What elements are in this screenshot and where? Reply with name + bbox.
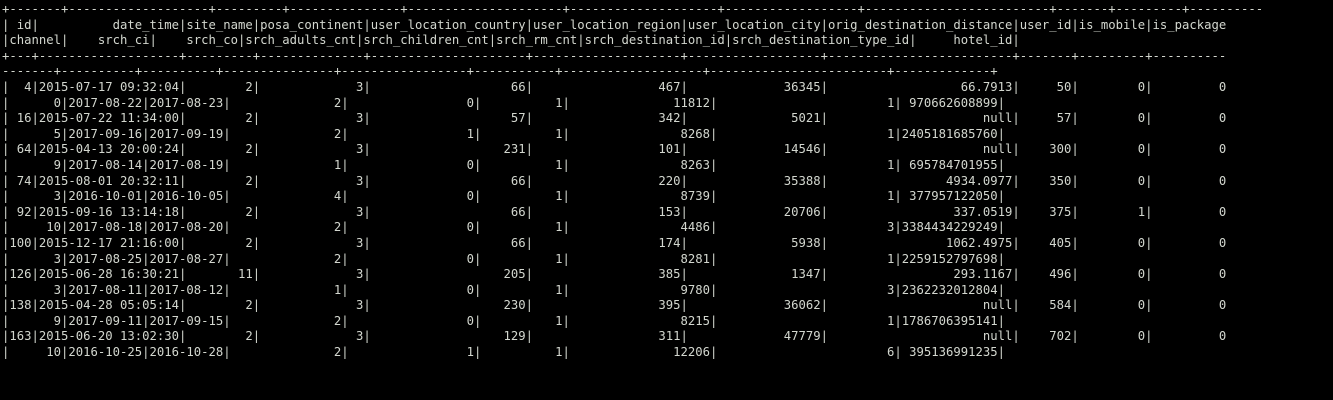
table-row: | 9|2017-09-11|2017-09-15| 2| 0| 1| 8215…	[2, 313, 1006, 328]
table-row: | 3|2016-10-01|2016-10-05| 4| 0| 1| 8739…	[2, 189, 1006, 204]
table-border: +---+-------------------+---------+-----…	[2, 48, 1227, 63]
table-row: |126|2015-06-28 16:30:21| 11| 3| 205| 38…	[2, 267, 1227, 282]
table-row: | 16|2015-07-22 11:34:00| 2| 3| 57| 342|…	[2, 111, 1227, 126]
table-row: | 64|2015-04-13 20:00:24| 2| 3| 231| 101…	[2, 142, 1227, 157]
table-row: | 10|2016-10-25|2016-10-28| 2| 1| 1| 122…	[2, 345, 1006, 360]
table-header-row: |channel| srch_ci| srch_co|srch_adults_c…	[2, 33, 1020, 48]
table-row: | 92|2015-09-16 13:14:18| 2| 3| 66| 153|…	[2, 204, 1227, 219]
table-row: | 3|2017-08-11|2017-08-12| 1| 0| 1| 9780…	[2, 282, 1006, 297]
table-row: | 74|2015-08-01 20:32:11| 2| 3| 66| 220|…	[2, 173, 1227, 188]
terminal-output[interactable]: +-------+-------------------+---------+-…	[0, 0, 1333, 400]
table-row: | 10|2017-08-18|2017-08-20| 2| 0| 1| 448…	[2, 220, 1006, 235]
table-row: | 4|2015-07-17 09:32:04| 2| 3| 66| 467| …	[2, 79, 1227, 94]
table-row: | 0|2017-08-22|2017-08-23| 2| 0| 1| 1181…	[2, 95, 1006, 110]
table-row: | 3|2017-08-25|2017-08-27| 2| 0| 1| 8281…	[2, 251, 1006, 266]
table-border: +-------+-------------------+---------+-…	[2, 2, 1264, 16]
table-row: |138|2015-04-28 05:05:14| 2| 3| 230| 395…	[2, 298, 1227, 313]
table-row: |163|2015-06-20 13:02:30| 2| 3| 129| 311…	[2, 329, 1227, 344]
table-border: -------+----------+----------+----------…	[2, 64, 998, 79]
table-row: | 5|2017-09-16|2017-09-19| 2| 1| 1| 8268…	[2, 126, 1006, 141]
table-row: | 9|2017-08-14|2017-08-19| 1| 0| 1| 8263…	[2, 157, 1006, 172]
table-header-row: | id| date_time|site_name|posa_continent…	[2, 17, 1227, 32]
table-row: |100|2015-12-17 21:16:00| 2| 3| 66| 174|…	[2, 235, 1227, 250]
